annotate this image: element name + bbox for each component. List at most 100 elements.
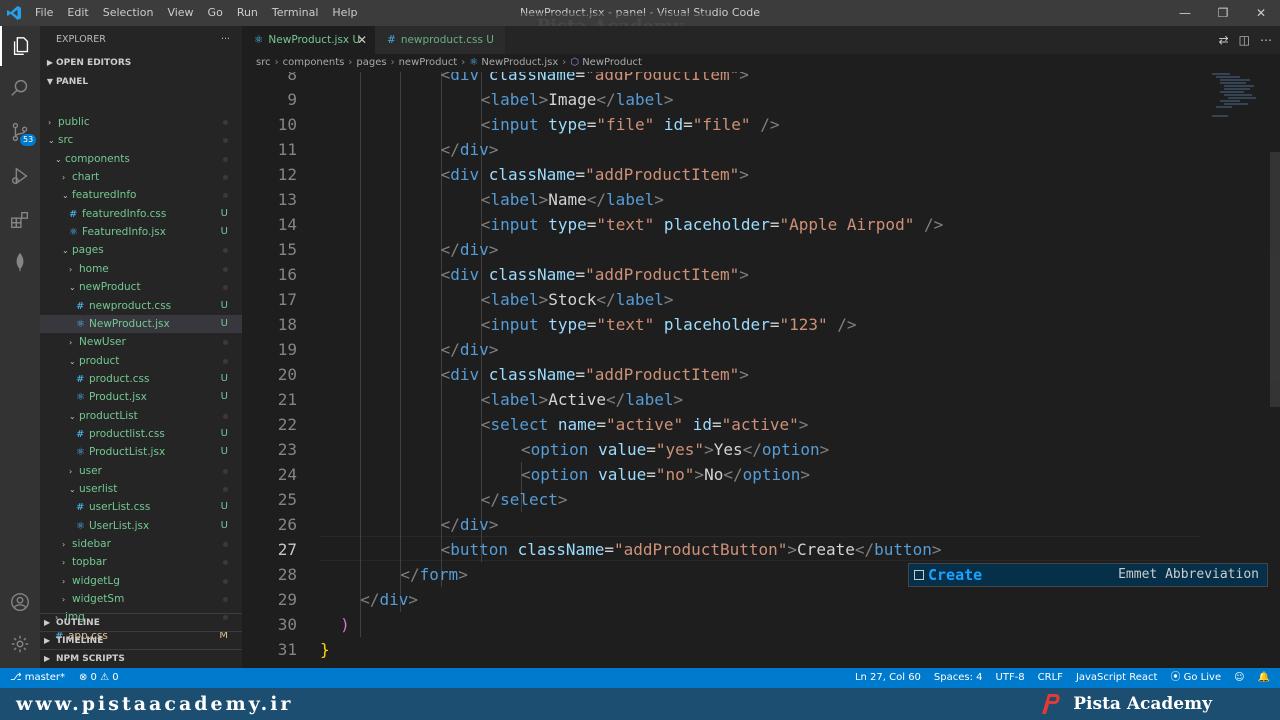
explorer-button[interactable] (0, 26, 40, 66)
source-control-button[interactable]: 53 (0, 112, 40, 152)
accounts-button[interactable] (0, 582, 40, 622)
tree-folder[interactable]: › chart (40, 168, 242, 186)
chevron-right-icon: › (461, 57, 466, 68)
branch-indicator[interactable]: ⎇ master* (10, 668, 65, 688)
menu-view[interactable]: View (160, 0, 200, 26)
tab-newproduct-jsx[interactable]: ⚛ NewProduct.jsx U ✕ (242, 26, 375, 54)
manage-button[interactable] (0, 624, 40, 664)
chevron-down-icon: ⌄ (62, 246, 69, 256)
tree-folder[interactable]: › topbar (40, 553, 242, 571)
search-button[interactable] (0, 68, 40, 108)
tree-item-label: product (79, 354, 120, 367)
problems-indicator[interactable]: ⊗ 0 ⚠ 0 (79, 668, 119, 688)
close-icon[interactable]: ✕ (357, 26, 367, 54)
suggestion-label[interactable]: Create (928, 564, 982, 586)
tree-folder[interactable]: › widgetLg (40, 572, 242, 590)
extensions-button[interactable] (0, 200, 40, 240)
timeline-section[interactable]: ▶ TIMELINE (40, 631, 242, 649)
vertical-scrollbar[interactable] (1270, 152, 1280, 407)
menu-go[interactable]: Go (201, 0, 230, 26)
tree-file[interactable]: # userList.css U (40, 498, 242, 516)
react-file-icon: ⚛ (69, 227, 78, 239)
breadcrumb-item[interactable]: src (256, 57, 271, 68)
chevron-right-icon: ▶ (44, 654, 51, 663)
chevron-right-icon: › (390, 57, 395, 68)
compare-icon[interactable]: ⇄ (1219, 33, 1229, 47)
tree-item-label: featuredInfo (72, 189, 137, 202)
encoding[interactable]: UTF-8 (996, 668, 1025, 688)
code-token: > (458, 565, 468, 584)
tree-file[interactable]: # productlist.css U (40, 425, 242, 443)
more-actions-icon[interactable]: ⋯ (1260, 33, 1272, 47)
tree-file[interactable]: # featuredInfo.css U (40, 205, 242, 223)
notifications-icon[interactable]: 🔔 (1258, 668, 1270, 688)
code-token: input (490, 315, 539, 334)
breadcrumb-item[interactable]: pages (356, 57, 386, 68)
tree-file[interactable]: ⚛ FeaturedInfo.jsx U (40, 223, 242, 241)
language-mode[interactable]: JavaScript React (1076, 668, 1158, 688)
code-token: "active" (721, 415, 799, 434)
breadcrumb-item[interactable]: NewProduct (582, 57, 642, 68)
tree-folder[interactable]: ⌄ userlist (40, 480, 242, 498)
tree-file[interactable]: ⚛ NewProduct.jsx U (40, 314, 242, 333)
minimize-button[interactable]: — (1166, 0, 1204, 26)
mongodb-button[interactable] (0, 242, 40, 282)
breadcrumb-item[interactable]: components (283, 57, 345, 68)
feedback-icon[interactable]: ☺ (1234, 668, 1244, 688)
menu-run[interactable]: Run (230, 0, 265, 26)
tree-folder[interactable]: › sidebar (40, 535, 242, 553)
tree-folder[interactable]: ⌄ newProduct (40, 278, 242, 296)
tree-folder[interactable]: › public (40, 113, 242, 131)
menu-file[interactable]: File (28, 0, 60, 26)
tree-folder[interactable]: ⌄ product (40, 352, 242, 370)
breadcrumb-item[interactable]: NewProduct.jsx (481, 57, 558, 68)
panel-root-section[interactable]: ▼ PANEL (40, 72, 242, 92)
tree-folder[interactable]: ⌄ productList (40, 407, 242, 425)
tree-folder[interactable]: ⌄ featuredInfo (40, 186, 242, 204)
tree-file[interactable]: # newproduct.css U (40, 297, 242, 315)
outline-section[interactable]: ▶ OUTLINE (40, 613, 242, 631)
menu-terminal[interactable]: Terminal (265, 0, 326, 26)
breadcrumb-item[interactable]: newProduct (399, 57, 458, 68)
minimap[interactable] (1210, 72, 1266, 132)
tree-file[interactable]: ⚛ ProductList.jsx U (40, 443, 242, 461)
line-number: 10 (277, 115, 297, 134)
git-status-badge: U (220, 391, 228, 403)
npm-scripts-section[interactable]: ▶ NPM SCRIPTS (40, 649, 242, 667)
run-debug-button[interactable] (0, 156, 40, 196)
line-number: 28 (277, 565, 297, 584)
more-actions-icon[interactable]: ··· (221, 26, 230, 54)
tree-file[interactable]: # product.css U (40, 370, 242, 388)
tab-newproduct-css[interactable]: # newproduct.css U (375, 26, 505, 54)
npm-scripts-label: NPM SCRIPTS (56, 654, 125, 664)
chevron-right-icon: › (62, 173, 66, 183)
line-number: 11 (277, 140, 297, 159)
tree-file[interactable]: ⚛ UserList.jsx U (40, 517, 242, 535)
code-token: = (575, 365, 586, 384)
menu-selection[interactable]: Selection (96, 0, 161, 26)
indentation[interactable]: Spaces: 4 (934, 668, 983, 688)
menu-edit[interactable]: Edit (60, 0, 95, 26)
modified-dot-icon (223, 542, 228, 548)
tree-file[interactable]: ⚛ Product.jsx U (40, 388, 242, 406)
tree-folder[interactable]: › NewUser (40, 333, 242, 351)
cursor-position[interactable]: Ln 27, Col 60 (855, 668, 921, 688)
go-live-button[interactable]: ⦿ Go Live (1170, 668, 1221, 688)
code-token: = (604, 540, 615, 559)
tree-folder[interactable]: › widgetSm (40, 590, 242, 608)
tree-folder[interactable]: ⌄ src (40, 131, 242, 149)
restore-button[interactable]: ❐ (1204, 0, 1242, 26)
split-editor-icon[interactable]: ◫ (1239, 33, 1250, 47)
tree-folder[interactable]: ⌄ components (40, 150, 242, 168)
tree-folder[interactable]: › user (40, 462, 242, 480)
line-number: 22 (277, 415, 297, 434)
close-window-button[interactable]: ✕ (1242, 0, 1280, 26)
open-editors-section[interactable]: ▶ OPEN EDITORS (40, 53, 242, 73)
tree-folder[interactable]: › home (40, 260, 242, 278)
suggestion-widget[interactable]: Create Emmet Abbreviation (908, 563, 1268, 587)
line-ending[interactable]: CRLF (1038, 668, 1063, 688)
menu-help[interactable]: Help (325, 0, 364, 26)
code-token: "no" (655, 465, 695, 484)
tree-folder[interactable]: ⌄ pages (40, 241, 242, 259)
